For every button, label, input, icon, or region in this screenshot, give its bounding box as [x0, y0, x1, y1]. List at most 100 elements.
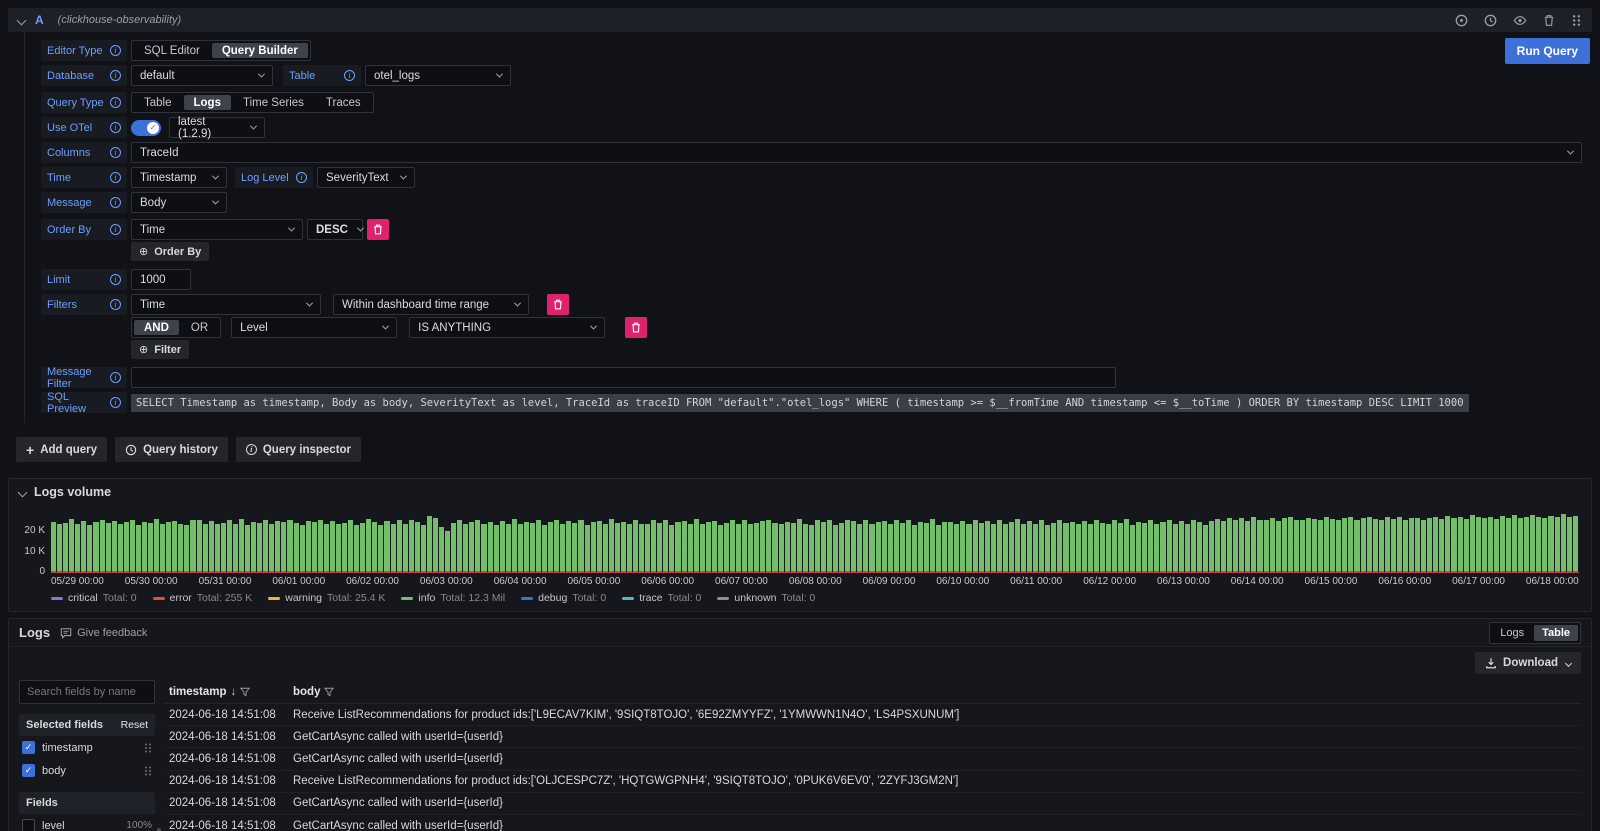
message-column-select[interactable]: Body [131, 192, 227, 213]
selected-field-timestamp[interactable]: ✓ timestamp [19, 736, 155, 759]
info-icon[interactable]: i [110, 397, 121, 408]
view-option-table[interactable]: Table [1534, 625, 1578, 641]
info-icon[interactable]: i [110, 172, 121, 183]
checkbox-unchecked-icon[interactable] [22, 819, 35, 831]
log-table-row[interactable]: 2024-06-18 14:51:08Receive ListRecommend… [165, 771, 1581, 793]
log-table-row[interactable]: 2024-06-18 14:51:08Receive ListRecommend… [165, 704, 1581, 726]
logs-volume-title[interactable]: Logs volume [34, 485, 111, 499]
volume-bar [239, 519, 244, 573]
field-level[interactable]: level 100% [19, 814, 155, 831]
logs-panel-title[interactable]: Logs [19, 625, 50, 640]
tab-sql-editor[interactable]: SQL Editor [134, 43, 210, 58]
info-icon[interactable]: i [110, 372, 121, 383]
x-tick-label: 05/31 00:00 [199, 576, 252, 587]
filter-operator-select[interactable]: Within dashboard time range [333, 294, 529, 315]
info-icon[interactable]: i [110, 147, 121, 158]
query-row-header[interactable]: A (clickhouse-observability) [8, 8, 1592, 32]
view-option-logs[interactable]: Logs [1492, 625, 1532, 641]
filter-field-select[interactable]: Time [131, 294, 321, 315]
table-select[interactable]: otel_logs [365, 65, 511, 86]
info-icon[interactable]: i [296, 172, 307, 183]
filter2-field-select[interactable]: Level [231, 317, 397, 338]
add-filter-button[interactable]: ⊕ Filter [131, 340, 189, 359]
legend-label[interactable]: unknown [734, 592, 776, 604]
order-by-direction-select[interactable]: DESC [307, 219, 363, 240]
volume-bar [1233, 520, 1238, 573]
volume-bar [1282, 518, 1287, 573]
tab-query-builder[interactable]: Query Builder [212, 43, 308, 58]
filter-funnel-icon[interactable] [240, 687, 250, 697]
drag-handle-icon[interactable] [1571, 14, 1582, 27]
download-button[interactable]: Download [1475, 652, 1581, 674]
tab-logs[interactable]: Logs [184, 95, 231, 110]
timestamp-column-header[interactable]: timestamp [169, 686, 227, 698]
query-history-icon[interactable] [1484, 14, 1497, 27]
time-column-select[interactable]: Timestamp [131, 167, 227, 188]
volume-bar [1536, 517, 1541, 573]
info-icon[interactable]: i [110, 45, 121, 56]
log-table-row[interactable]: 2024-06-18 14:51:08GetCartAsync called w… [165, 815, 1581, 831]
remove-order-by-button[interactable] [367, 219, 389, 240]
run-query-button[interactable]: Run Query [1505, 38, 1590, 64]
remove-filter2-button[interactable] [625, 317, 647, 338]
tab-time-series[interactable]: Time Series [233, 95, 314, 110]
volume-bar [924, 523, 929, 573]
add-order-by-button[interactable]: ⊕ Order By [131, 242, 209, 261]
remove-query-trash-icon[interactable] [1543, 14, 1555, 27]
tab-traces[interactable]: Traces [316, 95, 371, 110]
drag-handle-icon[interactable] [144, 766, 152, 776]
tab-table[interactable]: Table [134, 95, 182, 110]
legend-label[interactable]: trace [639, 592, 662, 604]
x-tick-label: 06/18 00:00 [1526, 576, 1579, 587]
or-option[interactable]: OR [181, 320, 218, 335]
filter2-operator-select[interactable]: IS ANYTHING [409, 317, 605, 338]
volume-bar [1112, 520, 1117, 573]
volume-bar [1306, 518, 1311, 574]
info-icon[interactable]: i [110, 224, 121, 235]
query-inspector-button[interactable]: i Query inspector [236, 437, 361, 462]
order-by-field-select[interactable]: Time [131, 219, 303, 240]
columns-multiselect[interactable]: TraceId [131, 142, 1582, 163]
log-table-row[interactable]: 2024-06-18 14:51:08GetCartAsync called w… [165, 726, 1581, 748]
chevron-down-icon[interactable] [17, 15, 27, 25]
log-table-row[interactable]: 2024-06-18 14:51:08GetCartAsync called w… [165, 793, 1581, 815]
info-icon[interactable]: i [344, 70, 355, 81]
legend-label[interactable]: info [418, 592, 435, 604]
message-filter-input[interactable] [131, 367, 1116, 388]
filter-funnel-icon[interactable] [324, 687, 334, 697]
remove-filter-button[interactable] [547, 294, 569, 315]
legend-label[interactable]: warning [285, 592, 322, 604]
log-level-select[interactable]: SeverityText [317, 167, 415, 188]
give-feedback-link[interactable]: Give feedback [60, 627, 147, 639]
datasource-help-icon[interactable] [1455, 14, 1468, 27]
otel-version-select[interactable]: latest (1.2.9) [169, 117, 265, 138]
query-history-button[interactable]: Query history [115, 437, 228, 462]
selected-field-body[interactable]: ✓ body [19, 759, 155, 782]
search-fields-input[interactable] [19, 680, 155, 704]
info-icon[interactable]: i [110, 274, 121, 285]
download-icon [1485, 657, 1497, 669]
volume-bar [221, 523, 226, 573]
checkbox-checked-icon[interactable]: ✓ [22, 741, 35, 754]
use-otel-toggle[interactable]: ✓ [131, 120, 161, 136]
add-query-button[interactable]: + Add query [16, 437, 107, 462]
limit-input[interactable]: 1000 [131, 269, 191, 290]
database-select[interactable]: default [131, 65, 273, 86]
checkbox-checked-icon[interactable]: ✓ [22, 764, 35, 777]
info-icon[interactable]: i [110, 70, 121, 81]
hide-response-eye-icon[interactable] [1513, 14, 1527, 27]
legend-label[interactable]: error [170, 592, 192, 604]
log-table-row[interactable]: 2024-06-18 14:51:08GetCartAsync called w… [165, 748, 1581, 770]
legend-label[interactable]: debug [538, 592, 567, 604]
and-option[interactable]: AND [134, 320, 179, 335]
info-icon[interactable]: i [110, 122, 121, 133]
info-icon[interactable]: i [110, 97, 121, 108]
info-icon[interactable]: i [110, 197, 121, 208]
drag-handle-icon[interactable] [144, 743, 152, 753]
body-column-header[interactable]: body [293, 686, 320, 698]
chevron-down-icon[interactable] [18, 487, 28, 497]
legend-label[interactable]: critical [68, 592, 98, 604]
info-icon[interactable]: i [110, 299, 121, 310]
reset-fields-button[interactable]: Reset [121, 719, 148, 731]
sort-desc-icon[interactable]: ↓ [231, 686, 237, 698]
